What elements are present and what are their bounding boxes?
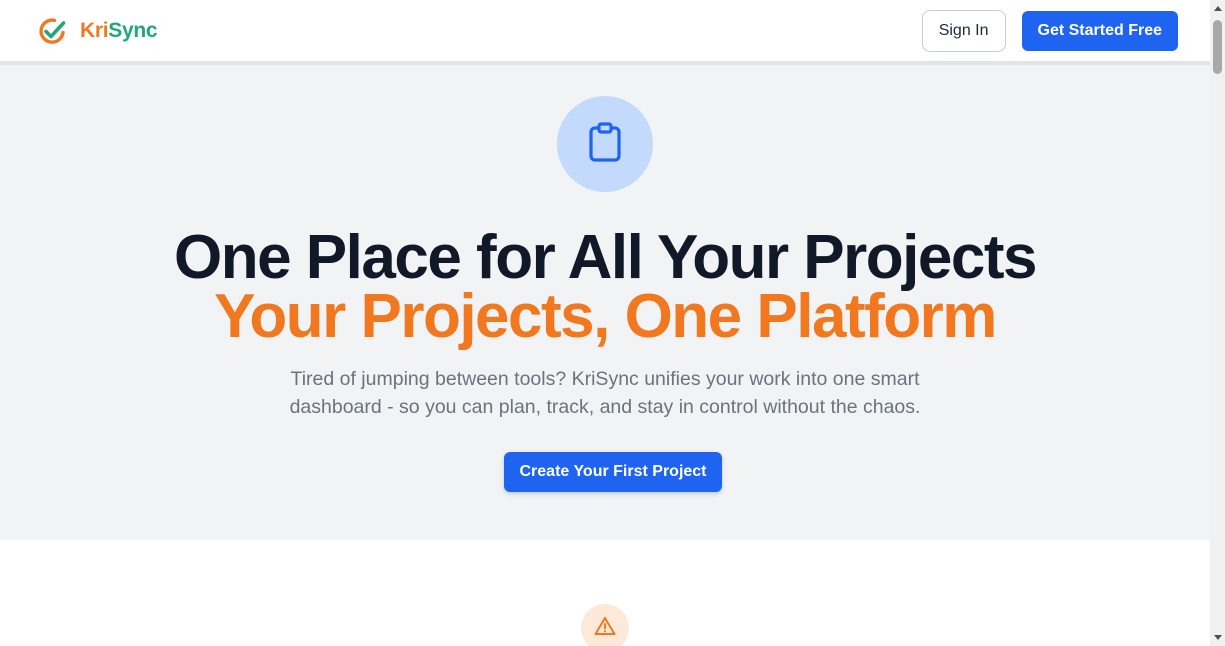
header-actions: Sign In Get Started Free xyxy=(921,9,1178,52)
check-circle-icon xyxy=(36,15,68,47)
hero-description: Tired of jumping between tools? KriSync … xyxy=(289,368,921,418)
brand[interactable]: KriSync xyxy=(36,15,158,47)
get-started-button[interactable]: Get Started Free xyxy=(1021,10,1178,51)
problem-section xyxy=(0,540,1210,646)
clipboard-icon xyxy=(588,121,622,167)
top-navbar: KriSync Sign In Get Started Free xyxy=(0,0,1210,61)
scroll-down-arrow-icon[interactable] xyxy=(1210,630,1225,646)
scrollbar-thumb[interactable] xyxy=(1213,20,1222,74)
brand-name-part1: Kri xyxy=(80,18,109,42)
scroll-up-arrow-icon[interactable] xyxy=(1210,0,1225,16)
warning-icon-badge xyxy=(581,604,629,646)
hero-icon-badge xyxy=(557,96,653,192)
vertical-scrollbar[interactable] xyxy=(1210,0,1225,646)
create-first-project-button[interactable]: Create Your First Project xyxy=(504,452,722,492)
brand-name-part2: Sync xyxy=(108,18,158,42)
hero-subtitle: Your Projects, One Platform xyxy=(214,282,997,351)
sign-in-button[interactable]: Sign In xyxy=(921,9,1006,52)
warning-triangle-icon xyxy=(594,616,616,646)
brand-name: KriSync xyxy=(80,18,158,43)
page-viewport: KriSync Sign In Get Started Free One Pla… xyxy=(0,0,1210,646)
hero-section: One Place for All Your Projects Your Pro… xyxy=(0,65,1210,540)
